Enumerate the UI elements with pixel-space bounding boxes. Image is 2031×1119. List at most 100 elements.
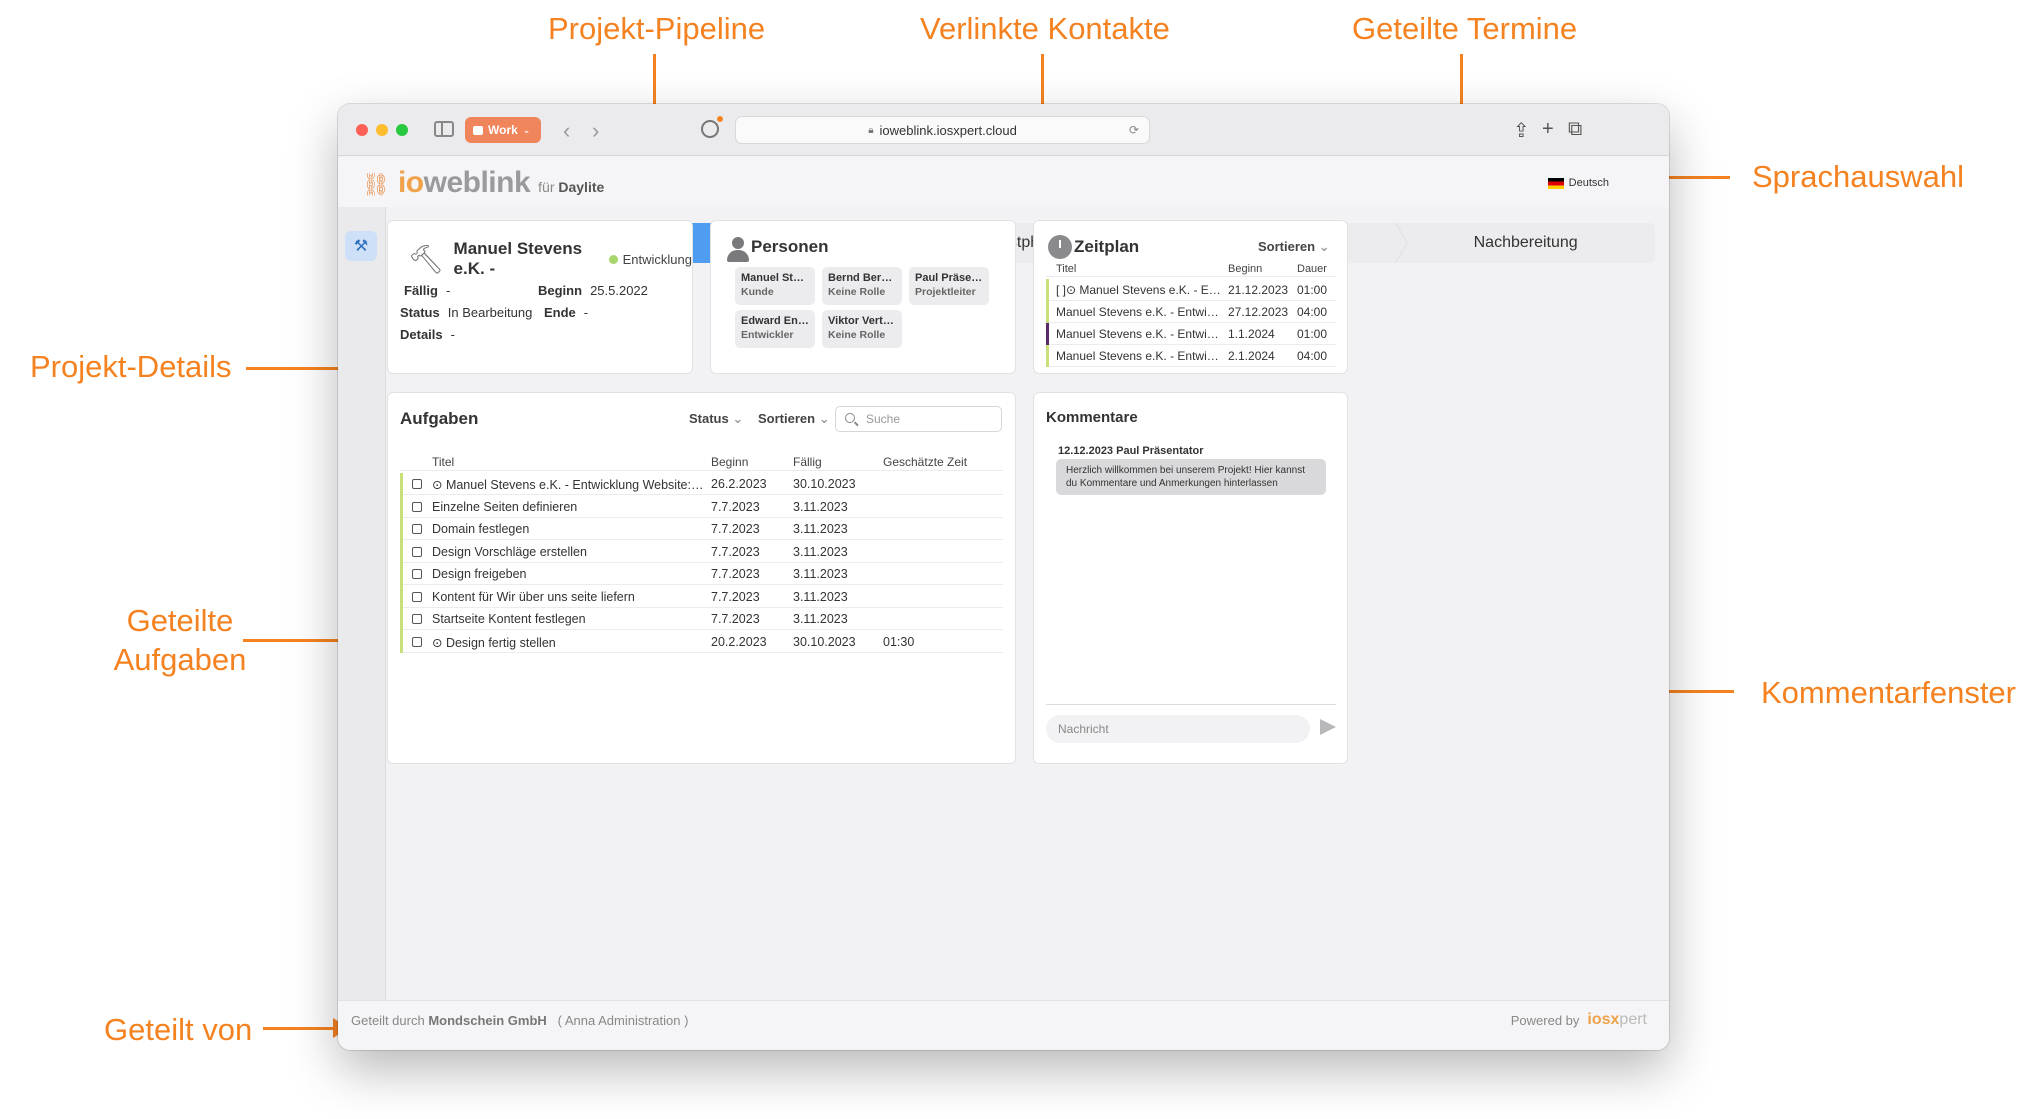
schedule-column-header: Beginn <box>1228 263 1263 275</box>
task-checkbox[interactable] <box>412 614 422 624</box>
message-input[interactable]: Nachricht <box>1046 715 1310 743</box>
person-name: Bernd Berater <box>828 272 896 284</box>
task-checkbox[interactable] <box>412 479 422 489</box>
task-due: 3.11.2023 <box>793 499 848 514</box>
schedule-duration: 01:00 <box>1297 327 1328 341</box>
tasks-sort-dropdown[interactable]: Sortieren ⌄ <box>758 411 830 427</box>
project-field-label: Status <box>400 305 440 320</box>
schedule-header: Titel Beginn Dauer <box>1046 261 1336 277</box>
schedule-row[interactable]: Manuel Stevens e.K. - Entwickl... 27.12.2… <box>1046 301 1336 323</box>
task-checkbox[interactable] <box>412 546 422 557</box>
shared-by-text: Geteilt durch Mondschein GmbH ( Anna Adm… <box>351 1013 688 1028</box>
project-details-card: 🔨︎ Manuel Stevens e.K. - Entwicklung Fällig… <box>387 220 693 374</box>
zoom-window-button[interactable] <box>396 124 408 136</box>
task-title: Domain festlegen <box>432 522 530 536</box>
tasks-table: Titel Beginn Fällig Geschätzte Zeit ⊙ Manuel… <box>400 453 1003 653</box>
schedule-color-bar <box>1046 301 1049 323</box>
task-title: Kontent für Wir über uns seite liefern <box>432 589 635 604</box>
tab-overview-icon[interactable]: ⧉ <box>1568 118 1582 141</box>
link-icon: ⛓ <box>362 172 390 197</box>
task-title: ⊙ Design fertig stellen <box>432 635 556 650</box>
close-window-button[interactable] <box>356 124 368 136</box>
schedule-duration: 04:00 <box>1297 305 1328 319</box>
task-row[interactable]: Design freigeben 7.7.2023 3.11.2023 <box>400 563 1003 586</box>
task-row[interactable]: Startseite Kontent festlegen 7.7.2023 3.11… <box>400 608 1003 631</box>
sidebar-toggle-icon[interactable] <box>434 121 454 137</box>
pipeline-stage[interactable]: Nachbereitung <box>1396 223 1655 263</box>
chevron-down-icon: ⌄ <box>1318 239 1330 254</box>
task-start: 7.7.2023 <box>711 522 760 536</box>
person-name: Manuel Stev... <box>741 272 809 284</box>
tasks-status-dropdown[interactable]: Status ⌄ <box>689 411 743 427</box>
annotation-tasks-line2: Aufgaben <box>113 641 247 677</box>
for-app-name: Daylite <box>558 179 605 195</box>
schedule-row[interactable]: [ ]⊙ Manuel Stevens e.K. - Ent... 21.12.2… <box>1046 279 1336 301</box>
task-title: ⊙ Manuel Stevens e.K. - Entwicklung Webs… <box>432 478 704 492</box>
task-checkbox[interactable] <box>412 591 422 602</box>
task-checkbox[interactable] <box>412 501 422 512</box>
tasks-column-header: Beginn <box>711 455 749 469</box>
comments-title: Kommentare <box>1046 409 1138 426</box>
search-placeholder: Suche <box>866 412 901 426</box>
status-dot-icon <box>608 254 618 264</box>
person-chip[interactable]: Bernd Berater Keine Rolle <box>822 267 902 305</box>
task-color-bar <box>400 563 403 586</box>
schedule-column-header: Titel <box>1056 263 1077 275</box>
language-label: Deutsch <box>1568 177 1609 189</box>
project-hammer-button[interactable]: ⚒ <box>345 231 377 261</box>
status-badge: Entwicklung <box>608 252 692 267</box>
forward-arrow-icon[interactable]: › <box>592 118 599 144</box>
task-row[interactable]: ⊙ Manuel Stevens e.K. - Entwicklung Webs… <box>400 473 1003 496</box>
task-row[interactable]: Domain festlegen 7.7.2023 3.11.2023 <box>400 518 1003 541</box>
tasks-search-input[interactable]: Suche <box>835 406 1002 432</box>
schedule-start: 1.1.2024 <box>1228 327 1275 341</box>
task-color-bar <box>400 495 403 518</box>
translate-reload-icon[interactable]: ⟳ <box>1129 123 1139 137</box>
task-due: 3.11.2023 <box>793 567 848 581</box>
tasks-column-header: Titel <box>432 455 455 469</box>
schedule-title: Manuel Stevens e.K. - Entwickl... <box>1056 349 1221 363</box>
task-start: 20.2.2023 <box>711 634 767 649</box>
task-start: 7.7.2023 <box>711 544 760 559</box>
person-chip[interactable]: Manuel Stev... Kunde <box>735 267 815 305</box>
tab-group-button[interactable]: Work ⌄ <box>465 117 541 143</box>
person-role: Keine Rolle <box>828 328 886 341</box>
person-chip[interactable]: Paul Präsent...Projektleiter <box>909 267 989 305</box>
address-bar[interactable]: 🔒︎ ioweblink.iosxpert.cloud ⟳ <box>735 116 1150 144</box>
person-role: Keine Rolle <box>828 285 886 298</box>
task-checkbox[interactable] <box>412 636 422 647</box>
annotation-tasks-line1: Geteilte <box>126 603 234 638</box>
new-tab-icon[interactable]: + <box>1542 118 1554 141</box>
task-due: 30.10.2023 <box>793 477 856 491</box>
comment-bubble: Herzlich willkommen bei unserem Projekt!… <box>1056 459 1326 495</box>
language-selector[interactable]: Deutsch <box>1547 177 1609 189</box>
task-start: 7.7.2023 <box>711 589 760 604</box>
task-checkbox[interactable] <box>412 569 422 579</box>
task-row[interactable]: Design Vorschläge erstellen 7.7.2023 3.11.… <box>400 540 1003 563</box>
schedule-title: Zeitplan <box>1074 237 1140 256</box>
person-chip[interactable]: Viktor Vertri... Keine Rolle <box>822 310 902 348</box>
person-chip[interactable]: Edward Ent... Entwickler <box>735 310 815 348</box>
minimize-window-button[interactable] <box>376 124 388 136</box>
briefcase-icon <box>473 125 483 135</box>
task-row[interactable]: ⊙ Design fertig stellen 20.2.2023 30.10.20… <box>400 630 1003 653</box>
brand-name: ioweblink <box>398 166 531 200</box>
brand-rest: weblink <box>423 166 531 199</box>
share-icon[interactable]: ⇪ <box>1513 118 1530 143</box>
task-row[interactable]: Einzelne Seiten definieren 7.7.2023 3.11.2… <box>400 495 1003 518</box>
schedule-title: [ ]⊙ Manuel Stevens e.K. - Ent... <box>1056 283 1221 297</box>
schedule-row[interactable]: Manuel Stevens e.K. - Entwickl... 1.1.202… <box>1046 323 1336 345</box>
send-icon[interactable] <box>1320 719 1336 735</box>
schedule-row[interactable]: Manuel Stevens e.K. - Entwickl... 2.1.202… <box>1046 345 1336 367</box>
task-checkbox[interactable] <box>412 524 422 534</box>
task-row[interactable]: Kontent für Wir über uns seite liefern 7.… <box>400 585 1003 608</box>
privacy-report-icon[interactable] <box>701 116 723 138</box>
person-role: Projektleiter <box>915 285 976 298</box>
chevron-down-icon: ⌄ <box>522 124 531 135</box>
person-icon <box>727 237 749 263</box>
tasks-column-header: Fällig <box>793 455 822 469</box>
task-title: Einzelne Seiten definieren <box>432 499 578 514</box>
schedule-sort-dropdown[interactable]: Sortieren ⌄ <box>1258 239 1330 255</box>
back-arrow-icon[interactable]: ‹ <box>563 118 570 144</box>
project-field-value: - <box>583 305 589 320</box>
